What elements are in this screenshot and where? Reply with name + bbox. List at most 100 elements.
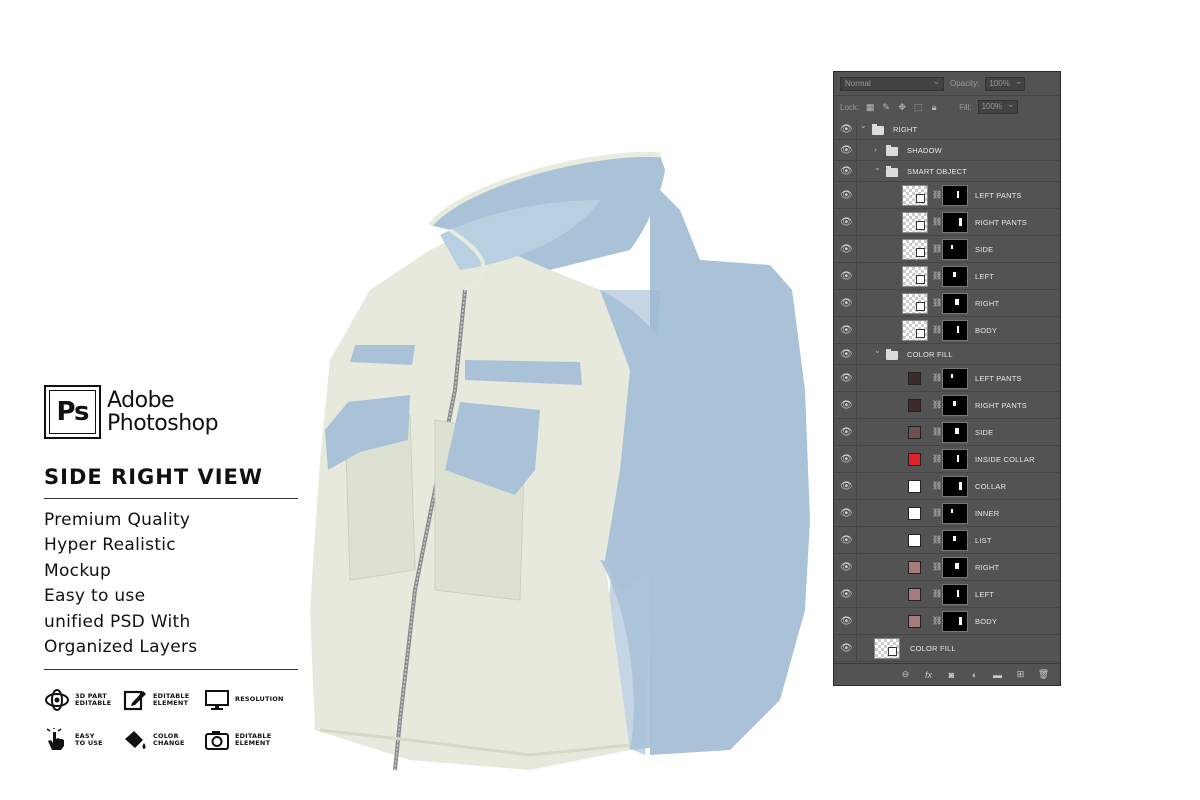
mask-link-icon[interactable]: ⛓︎: [932, 190, 942, 199]
layer-row[interactable]: 👁︎ ⛓︎ LEFT PANTS: [834, 365, 1060, 392]
layer-row[interactable]: 👁︎ ⛓︎ RIGHT PANTS: [834, 392, 1060, 419]
mask-link-icon[interactable]: ⛓︎: [932, 481, 942, 490]
fill-color-swatch[interactable]: [908, 534, 921, 547]
visibility-eye-icon[interactable]: 👁︎: [840, 298, 853, 309]
visibility-eye-icon[interactable]: 👁︎: [840, 145, 853, 156]
visibility-eye-icon[interactable]: 👁︎: [840, 400, 853, 411]
fill-color-swatch[interactable]: [908, 399, 921, 412]
add-mask-icon[interactable]: ◙: [945, 670, 958, 680]
layer-row[interactable]: 👁︎ ⛓︎ SIDE: [834, 419, 1060, 446]
visibility-eye-icon[interactable]: 👁︎: [840, 349, 853, 360]
visibility-eye-icon[interactable]: 👁︎: [840, 589, 853, 600]
delete-layer-icon[interactable]: 🗑︎: [1037, 669, 1050, 680]
layer-mask-thumbnail[interactable]: [942, 449, 968, 470]
layer-mask-thumbnail[interactable]: [942, 368, 968, 389]
fill-color-swatch[interactable]: [908, 615, 921, 628]
new-layer-icon[interactable]: ⊞: [1014, 669, 1027, 680]
mask-link-icon[interactable]: ⛓︎: [932, 589, 942, 598]
fill-color-swatch[interactable]: [908, 453, 921, 466]
lock-brush-icon[interactable]: ✎: [881, 102, 891, 112]
visibility-eye-icon[interactable]: 👁︎: [840, 166, 853, 177]
layer-row[interactable]: 👁︎ ⛓︎ RIGHT: [834, 290, 1060, 317]
layer-mask-thumbnail[interactable]: [942, 185, 968, 206]
mask-link-icon[interactable]: ⛓︎: [932, 298, 942, 307]
visibility-eye-icon[interactable]: 👁︎: [840, 124, 853, 135]
mask-link-icon[interactable]: ⛓︎: [932, 217, 942, 226]
layer-row[interactable]: 👁︎ ⛓︎ RIGHT PANTS: [834, 209, 1060, 236]
expand-arrow-icon[interactable]: ⌄: [860, 121, 867, 130]
layer-row[interactable]: 👁︎ ⌄ SMART OBJECT: [834, 161, 1060, 182]
lock-all-icon[interactable]: 🔒︎: [929, 102, 939, 112]
lock-transparent-icon[interactable]: ▦: [865, 102, 875, 112]
mask-link-icon[interactable]: ⛓︎: [932, 535, 942, 544]
visibility-eye-icon[interactable]: 👁︎: [840, 271, 853, 282]
layer-row[interactable]: 👁︎ ⛓︎ LEFT: [834, 581, 1060, 608]
visibility-eye-icon[interactable]: 👁︎: [840, 217, 853, 228]
layer-mask-thumbnail[interactable]: [942, 320, 968, 341]
visibility-eye-icon[interactable]: 👁︎: [840, 481, 853, 492]
layer-mask-thumbnail[interactable]: [942, 476, 968, 497]
layer-row[interactable]: 👁︎ ⛓︎ INSIDE COLLAR: [834, 446, 1060, 473]
visibility-eye-icon[interactable]: 👁︎: [840, 535, 853, 546]
layer-mask-thumbnail[interactable]: [942, 557, 968, 578]
mask-link-icon[interactable]: ⛓︎: [932, 508, 942, 517]
fill-field[interactable]: 100%: [977, 98, 1018, 114]
visibility-eye-icon[interactable]: 👁︎: [840, 454, 853, 465]
layer-mask-thumbnail[interactable]: [942, 395, 968, 416]
mask-link-icon[interactable]: ⛓︎: [932, 427, 942, 436]
layer-mask-thumbnail[interactable]: [942, 212, 968, 233]
blend-mode-select[interactable]: Normal: [840, 75, 944, 91]
visibility-eye-icon[interactable]: 👁︎: [840, 562, 853, 573]
layer-mask-thumbnail[interactable]: [942, 611, 968, 632]
mask-link-icon[interactable]: ⛓︎: [932, 244, 942, 253]
new-group-icon[interactable]: ▬: [991, 670, 1004, 680]
layer-row[interactable]: 👁︎ ⛓︎ SIDE: [834, 236, 1060, 263]
layer-mask-thumbnail[interactable]: [942, 266, 968, 287]
visibility-eye-icon[interactable]: 👁︎: [840, 373, 853, 384]
layer-mask-thumbnail[interactable]: [942, 293, 968, 314]
layer-row[interactable]: 👁︎ ⌄ RIGHT: [834, 119, 1060, 140]
visibility-eye-icon[interactable]: 👁︎: [840, 427, 853, 438]
layer-row[interactable]: 👁︎ ⛓︎ LEFT PANTS: [834, 182, 1060, 209]
mask-link-icon[interactable]: ⛓︎: [932, 616, 942, 625]
mask-link-icon[interactable]: ⛓︎: [932, 325, 942, 334]
collapse-arrow-icon[interactable]: ›: [874, 145, 877, 154]
layer-row[interactable]: 👁︎ ⛓︎ RIGHT: [834, 554, 1060, 581]
expand-arrow-icon[interactable]: ⌄: [874, 163, 881, 172]
mask-link-icon[interactable]: ⛓︎: [932, 400, 942, 409]
fill-color-swatch[interactable]: [908, 426, 921, 439]
fill-color-swatch[interactable]: [908, 507, 921, 520]
link-layers-icon[interactable]: ⊖: [899, 669, 912, 680]
layer-mask-thumbnail[interactable]: [942, 503, 968, 524]
fill-color-swatch[interactable]: [908, 588, 921, 601]
mask-link-icon[interactable]: ⛓︎: [932, 562, 942, 571]
lock-move-icon[interactable]: ✥: [897, 102, 907, 112]
layer-row[interactable]: 👁︎ COLOR FILL: [834, 635, 1060, 662]
layer-row[interactable]: 👁︎ ⛓︎ LIST: [834, 527, 1060, 554]
fill-color-swatch[interactable]: [908, 480, 921, 493]
visibility-eye-icon[interactable]: 👁︎: [840, 508, 853, 519]
layer-row[interactable]: 👁︎ ⛓︎ LEFT: [834, 263, 1060, 290]
layer-row[interactable]: 👁︎ ⛓︎ INNER: [834, 500, 1060, 527]
layer-mask-thumbnail[interactable]: [942, 584, 968, 605]
layer-mask-thumbnail[interactable]: [942, 239, 968, 260]
visibility-eye-icon[interactable]: 👁︎: [840, 325, 853, 336]
visibility-eye-icon[interactable]: 👁︎: [840, 244, 853, 255]
layer-row[interactable]: 👁︎ › SHADOW: [834, 140, 1060, 161]
expand-arrow-icon[interactable]: ⌄: [874, 346, 881, 355]
opacity-field[interactable]: 100%: [985, 75, 1026, 91]
mask-link-icon[interactable]: ⛓︎: [932, 271, 942, 280]
adjustment-layer-icon[interactable]: ◐: [968, 670, 981, 680]
layer-row[interactable]: 👁︎ ⛓︎ BODY: [834, 317, 1060, 344]
layer-mask-thumbnail[interactable]: [942, 422, 968, 443]
fx-icon[interactable]: fx: [922, 670, 935, 680]
layer-row[interactable]: 👁︎ ⌄ COLOR FILL: [834, 344, 1060, 365]
fill-color-swatch[interactable]: [908, 372, 921, 385]
layer-row[interactable]: 👁︎ ⛓︎ COLLAR: [834, 473, 1060, 500]
lock-artboard-icon[interactable]: ⬚: [913, 102, 923, 112]
fill-color-swatch[interactable]: [908, 561, 921, 574]
visibility-eye-icon[interactable]: 👁︎: [840, 190, 853, 201]
layer-mask-thumbnail[interactable]: [942, 530, 968, 551]
visibility-eye-icon[interactable]: 👁︎: [840, 643, 853, 654]
mask-link-icon[interactable]: ⛓︎: [932, 454, 942, 463]
